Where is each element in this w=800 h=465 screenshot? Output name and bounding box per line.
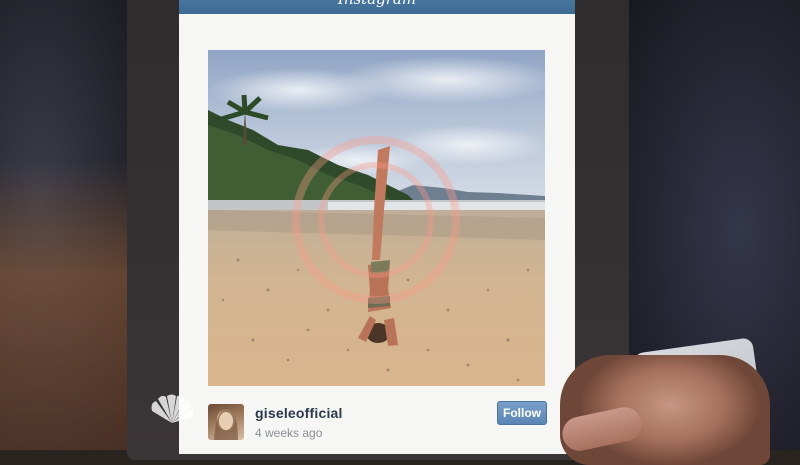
beach-headstand-photo bbox=[208, 50, 545, 386]
post-photo[interactable] bbox=[208, 50, 545, 386]
avatar[interactable] bbox=[208, 404, 244, 440]
instagram-header-bar: Instagram bbox=[179, 0, 575, 14]
profile-photo-icon bbox=[214, 408, 238, 440]
post-author-row: giseleofficial 4 weeks ago Follow bbox=[208, 401, 548, 444]
nbc-peacock-icon bbox=[151, 394, 194, 423]
studio-background-light bbox=[0, 160, 130, 450]
follow-button[interactable]: Follow bbox=[497, 401, 547, 425]
instagram-logo-text: Instagram bbox=[338, 0, 416, 8]
post-timestamp: 4 weeks ago bbox=[255, 426, 323, 440]
post-username[interactable]: giseleofficial bbox=[255, 405, 343, 421]
